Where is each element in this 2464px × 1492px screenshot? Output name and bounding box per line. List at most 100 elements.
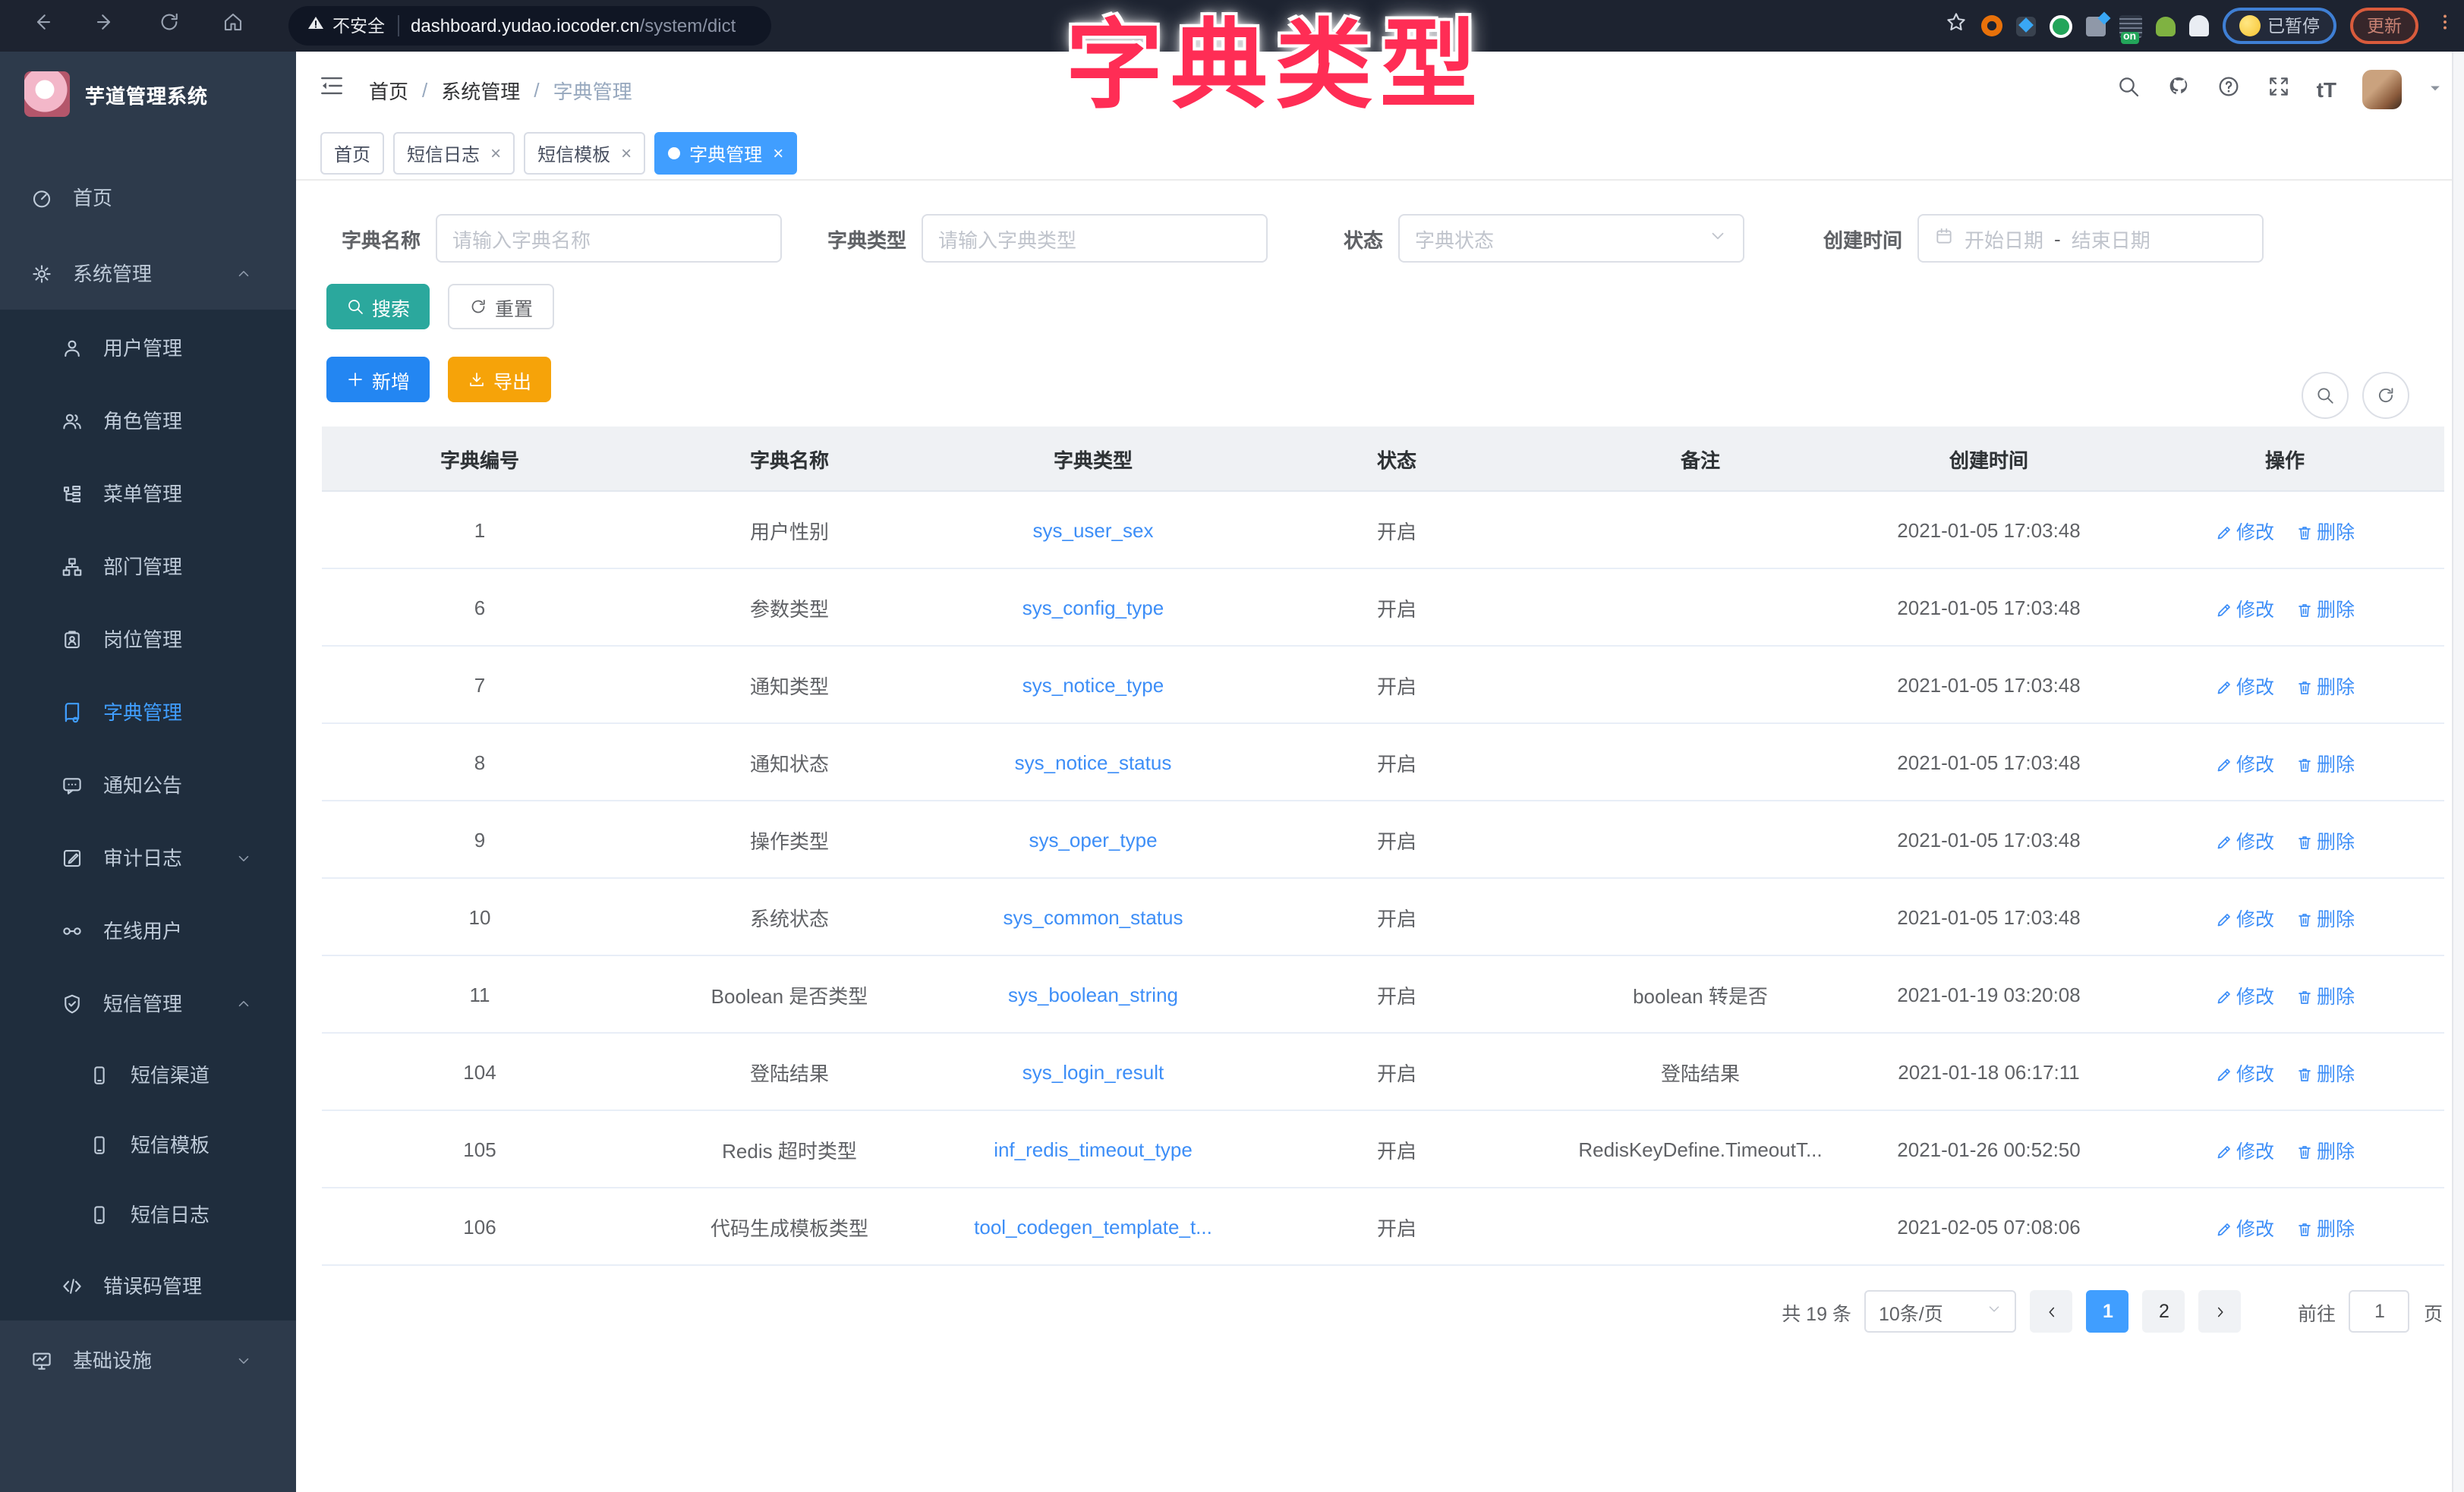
extension-icon[interactable] [2188, 15, 2208, 36]
tab-字典管理[interactable]: 字典管理 × [654, 132, 798, 175]
cell-type-link[interactable]: sys_notice_status [941, 723, 1245, 801]
search-icon[interactable] [2116, 74, 2141, 105]
extension-icon[interactable] [2049, 14, 2072, 37]
sidebar-item-短信渠道[interactable]: 短信渠道 [0, 1038, 296, 1108]
sidebar-item-审计日志[interactable]: 审计日志 [0, 820, 296, 892]
goto-page-input[interactable] [2349, 1290, 2410, 1333]
cell-type-link[interactable]: tool_codegen_template_t... [941, 1188, 1245, 1266]
extension-icon[interactable] [1980, 15, 2002, 36]
font-size-icon[interactable]: tT [2317, 77, 2336, 102]
edit-link[interactable]: 修改 [2215, 986, 2274, 1007]
sidebar-item-通知公告[interactable]: 通知公告 [0, 747, 296, 820]
delete-link[interactable]: 删除 [2295, 908, 2355, 930]
address-bar[interactable]: 不安全 dashboard.yudao.iocoder.cn/system/di… [288, 6, 771, 46]
reset-button[interactable]: 重置 [448, 284, 555, 329]
page-button-1[interactable]: 1 [2086, 1290, 2129, 1333]
bookmark-star-icon[interactable] [1944, 11, 1967, 41]
cell-type-link[interactable]: inf_redis_timeout_type [941, 1110, 1245, 1188]
cell-type-link[interactable]: sys_boolean_string [941, 955, 1245, 1034]
dict-name-input[interactable]: 请输入字典名称 [436, 214, 782, 263]
breadcrumb-item[interactable]: 首页 [369, 75, 408, 104]
reload-icon[interactable] [146, 11, 191, 41]
extension-on-icon[interactable] [2119, 14, 2141, 43]
paused-badge[interactable]: 已暂停 [2222, 8, 2336, 44]
breadcrumb-item[interactable]: 系统管理 [441, 75, 520, 104]
forward-icon[interactable] [82, 11, 128, 41]
avatar[interactable] [2362, 70, 2402, 109]
edit-link[interactable]: 修改 [2215, 1141, 2274, 1162]
delete-link[interactable]: 删除 [2295, 1141, 2355, 1162]
sidebar-item-在线用户[interactable]: 在线用户 [0, 892, 296, 965]
delete-link[interactable]: 删除 [2295, 754, 2355, 775]
page-button-2[interactable]: 2 [2142, 1290, 2185, 1333]
sidebar-item-部门管理[interactable]: 部门管理 [0, 528, 296, 601]
export-button[interactable]: 导出 [448, 357, 552, 402]
update-button[interactable]: 更新 [2350, 8, 2418, 44]
home-icon[interactable] [210, 11, 255, 41]
collapse-sidebar-icon[interactable] [319, 73, 345, 106]
edit-link[interactable]: 修改 [2215, 1218, 2274, 1239]
cell-type-link[interactable]: sys_config_type [941, 568, 1245, 647]
close-icon[interactable]: × [621, 143, 632, 164]
delete-link[interactable]: 删除 [2295, 599, 2355, 620]
back-icon[interactable] [18, 11, 64, 41]
next-page-button[interactable] [2198, 1290, 2242, 1333]
sidebar-item-用户管理[interactable]: 用户管理 [0, 310, 296, 382]
edit-link[interactable]: 修改 [2215, 599, 2274, 620]
close-icon[interactable]: × [773, 143, 783, 164]
sidebar-item-菜单管理[interactable]: 菜单管理 [0, 455, 296, 528]
search-button[interactable]: 搜索 [326, 284, 430, 329]
page-scrollbar[interactable] [2452, 52, 2464, 1492]
cell-created: 2021-01-18 06:17:11 [1852, 1033, 2125, 1111]
extension-icon[interactable] [2015, 16, 2035, 36]
sidebar-item-短信日志[interactable]: 短信日志 [0, 1178, 296, 1248]
edit-link[interactable]: 修改 [2215, 676, 2274, 697]
status-select[interactable]: 字典状态 [1398, 214, 1744, 263]
sidebar-item-岗位管理[interactable]: 岗位管理 [0, 601, 296, 674]
browser-menu-icon[interactable] [2435, 12, 2455, 39]
cell-type-link[interactable]: sys_notice_type [941, 646, 1245, 724]
tab-首页[interactable]: 首页 [320, 132, 385, 175]
hide-search-button[interactable] [2302, 372, 2349, 419]
chevron-down-icon[interactable] [2428, 76, 2443, 103]
delete-link[interactable]: 删除 [2295, 676, 2355, 697]
edit-link[interactable]: 修改 [2215, 831, 2274, 852]
sidebar-item-字典管理[interactable]: 字典管理 [0, 674, 296, 747]
cell-remark: boolean 转是否 [1549, 955, 1852, 1034]
add-button[interactable]: 新增 [326, 357, 430, 402]
sidebar-item-角色管理[interactable]: 角色管理 [0, 382, 296, 455]
edit-link[interactable]: 修改 [2215, 908, 2274, 930]
edit-link[interactable]: 修改 [2215, 521, 2274, 543]
help-icon[interactable] [2217, 74, 2241, 105]
prev-page-button[interactable] [2030, 1290, 2073, 1333]
page-size-select[interactable]: 10条/页 [1864, 1290, 2017, 1333]
cell-type-link[interactable]: sys_common_status [941, 878, 1245, 956]
delete-link[interactable]: 删除 [2295, 831, 2355, 852]
tab-短信模板[interactable]: 短信模板 × [524, 132, 646, 175]
github-icon[interactable] [2166, 74, 2191, 105]
cell-type-link[interactable]: sys_oper_type [941, 801, 1245, 879]
sidebar-item-系统管理[interactable]: 系统管理 [0, 234, 296, 310]
tab-短信日志[interactable]: 短信日志 × [393, 132, 515, 175]
date-range-picker[interactable]: 开始日期 - 结束日期 [1917, 214, 2264, 263]
fullscreen-icon[interactable] [2267, 74, 2291, 105]
sidebar-item-短信模板[interactable]: 短信模板 [0, 1108, 296, 1178]
sidebar-item-基础设施[interactable]: 基础设施 [0, 1320, 296, 1396]
delete-link[interactable]: 删除 [2295, 986, 2355, 1007]
delete-link[interactable]: 删除 [2295, 1063, 2355, 1084]
cell-type-link[interactable]: sys_user_sex [941, 491, 1245, 569]
sidebar-item-短信管理[interactable]: 短信管理 [0, 965, 296, 1038]
column-header: 状态 [1245, 427, 1549, 492]
sidebar-item-错误码管理[interactable]: 错误码管理 [0, 1248, 296, 1320]
sidebar-item-首页[interactable]: 首页 [0, 158, 296, 234]
extension-icon[interactable] [2085, 16, 2105, 36]
delete-link[interactable]: 删除 [2295, 1218, 2355, 1239]
cell-type-link[interactable]: sys_login_result [941, 1033, 1245, 1111]
edit-link[interactable]: 修改 [2215, 754, 2274, 775]
extension-icon[interactable] [2155, 16, 2175, 36]
delete-link[interactable]: 删除 [2295, 521, 2355, 543]
refresh-button[interactable] [2362, 372, 2409, 419]
close-icon[interactable]: × [490, 143, 501, 164]
dict-type-input[interactable]: 请输入字典类型 [922, 214, 1268, 263]
edit-link[interactable]: 修改 [2215, 1063, 2274, 1084]
